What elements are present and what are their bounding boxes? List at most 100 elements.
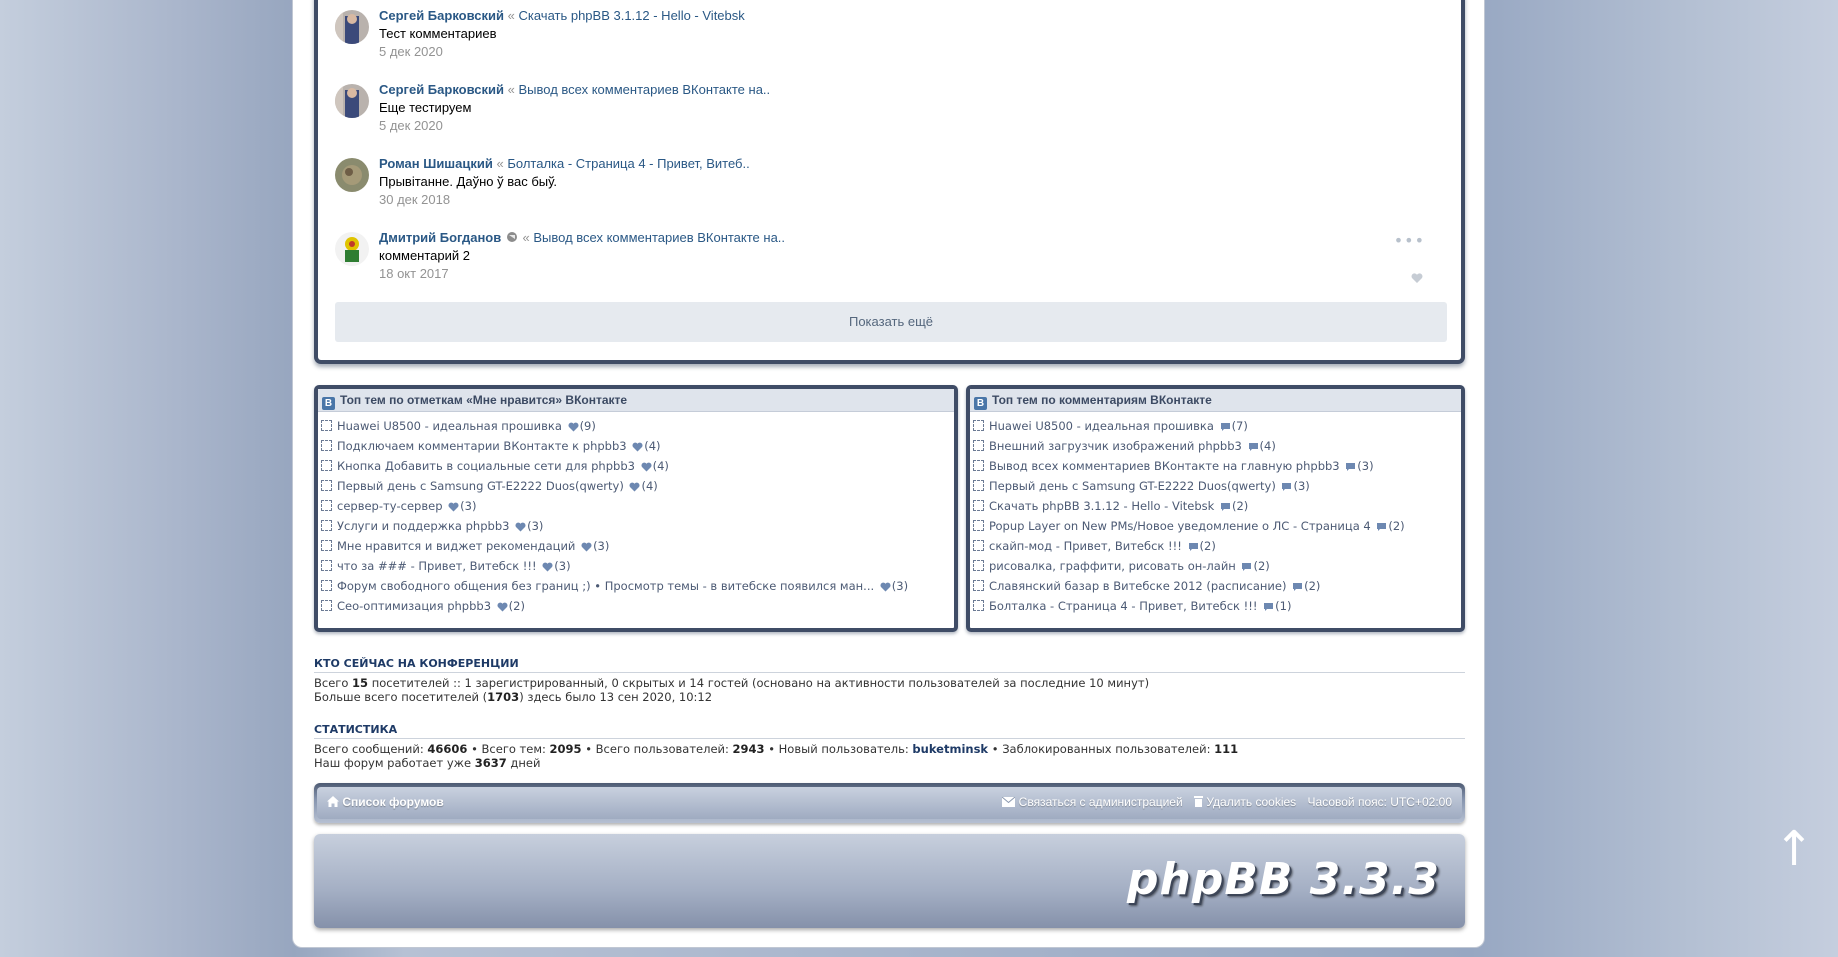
top-topic-item[interactable]: Подключаем комментарии ВКонтакте к phpbb… bbox=[321, 438, 954, 458]
topic-link[interactable]: Huawei U8500 - идеальная прошивка bbox=[337, 419, 562, 433]
topic-link[interactable]: сервер-ту-сервер bbox=[337, 499, 443, 513]
forum-index-link[interactable]: Список форумов bbox=[327, 795, 444, 809]
topic-link[interactable]: Славянский базар в Витебске 2012 (распис… bbox=[989, 579, 1286, 593]
topic-link[interactable]: Первый день с Samsung GT-E2222 Duos(qwer… bbox=[337, 479, 624, 493]
topic-link[interactable]: Скачать phpBB 3.1.12 - Hello - Vitebsk bbox=[989, 499, 1214, 513]
top-topic-item[interactable]: Huawei U8500 - идеальная прошивка (7) bbox=[973, 418, 1461, 438]
topic-link[interactable]: Huawei U8500 - идеальная прошивка bbox=[989, 419, 1214, 433]
topic-count: (3) bbox=[1357, 459, 1374, 473]
top-topic-item[interactable]: Славянский базар в Витебске 2012 (распис… bbox=[973, 578, 1461, 598]
topic-count: (9) bbox=[579, 419, 596, 433]
topic-count: (3) bbox=[891, 579, 909, 593]
external-link-icon bbox=[321, 480, 332, 491]
comment-author[interactable]: Сергей Барковский bbox=[379, 82, 504, 97]
topic-link[interactable]: Вывод всех комментариев ВКонтакте на гла… bbox=[989, 459, 1340, 473]
comment-bubble-icon bbox=[1264, 603, 1274, 611]
comment-topic-link[interactable]: Вывод всех комментариев ВКонтакте на.. bbox=[533, 230, 785, 245]
heart-icon bbox=[641, 462, 652, 472]
topic-count: (2) bbox=[1304, 579, 1321, 593]
online-title: КТО СЕЙЧАС НА КОНФЕРЕНЦИИ bbox=[314, 657, 1465, 673]
top-topic-item[interactable]: Вывод всех комментариев ВКонтакте на гла… bbox=[973, 458, 1461, 478]
trash-icon bbox=[1194, 796, 1203, 807]
heart-icon bbox=[632, 442, 643, 452]
comment-author[interactable]: Дмитрий Богданов bbox=[379, 230, 501, 245]
topic-link[interactable]: Сео-оптимизация phpbb3 bbox=[337, 599, 491, 613]
topic-count: (3) bbox=[554, 559, 571, 573]
like-heart-icon[interactable] bbox=[1411, 273, 1423, 284]
top-topic-item[interactable]: сервер-ту-сервер (3) bbox=[321, 498, 954, 518]
page-container: Сергей Барковский « Скачать phpBB 3.1.12… bbox=[292, 0, 1485, 948]
topic-count: (3) bbox=[527, 519, 544, 533]
phpbb-logo[interactable]: phpBB 3.3.3 bbox=[1127, 854, 1440, 905]
topic-link[interactable]: Услуги и поддержка phpbb3 bbox=[337, 519, 509, 533]
topic-link[interactable]: рисовалка, граффити, рисовать он-лайн bbox=[989, 559, 1236, 573]
top-topic-item[interactable]: Форум свободного общения без границ ;) •… bbox=[321, 578, 954, 598]
comment-topic-link[interactable]: Болталка - Страница 4 - Привет, Витеб.. bbox=[507, 156, 749, 171]
avatar[interactable] bbox=[335, 10, 369, 44]
comment-date[interactable]: 30 дек 2018 bbox=[379, 192, 450, 207]
delete-cookies-link[interactable]: Удалить cookies bbox=[1194, 795, 1296, 809]
top-comments-list: Huawei U8500 - идеальная прошивка (7) Вне… bbox=[970, 418, 1461, 618]
more-actions-icon[interactable]: ••• bbox=[1394, 233, 1425, 249]
comment-item: Сергей Барковский « Вывод всех комментар… bbox=[335, 82, 1435, 142]
top-topic-item[interactable]: Услуги и поддержка phpbb3 (3) bbox=[321, 518, 954, 538]
external-link-icon bbox=[973, 420, 984, 431]
top-topic-item[interactable]: Сео-оптимизация phpbb3 (2) bbox=[321, 598, 954, 618]
avatar[interactable] bbox=[335, 232, 369, 266]
comment-text: комментарий 2 bbox=[379, 248, 470, 263]
new-user-link[interactable]: buketminsk bbox=[912, 742, 988, 756]
topic-link[interactable]: скайп-мод - Привет, Витебск !!! bbox=[989, 539, 1182, 553]
comment-text: Еще тестируем bbox=[379, 100, 472, 115]
topic-count: (3) bbox=[593, 539, 610, 553]
comment-topic-link[interactable]: Вывод всех комментариев ВКонтакте на.. bbox=[518, 82, 770, 97]
top-topic-item[interactable]: рисовалка, граффити, рисовать он-лайн (2… bbox=[973, 558, 1461, 578]
top-topic-item[interactable]: Скачать phpBB 3.1.12 - Hello - Vitebsk (… bbox=[973, 498, 1461, 518]
online-record-line: Больше всего посетителей (1703) здесь бы… bbox=[314, 690, 713, 704]
comment-author[interactable]: Роман Шишацкий bbox=[379, 156, 493, 171]
top-topic-item[interactable]: Первый день с Samsung GT-E2222 Duos(qwer… bbox=[321, 478, 954, 498]
topic-count: (1) bbox=[1275, 599, 1292, 613]
comment-bubble-icon bbox=[1377, 523, 1387, 531]
top-topic-item[interactable]: Мне нравится и виджет рекомендаций (3) bbox=[321, 538, 954, 558]
top-topic-item[interactable]: Huawei U8500 - идеальная прошивка (9) bbox=[321, 418, 954, 438]
top-topic-item[interactable]: скайп-мод - Привет, Витебск !!! (2) bbox=[973, 538, 1461, 558]
topic-link[interactable]: Подключаем комментарии ВКонтакте к phpbb… bbox=[337, 439, 627, 453]
top-topic-item[interactable]: Popup Layer on New PMs/Новое уведомление… bbox=[973, 518, 1461, 538]
topic-link[interactable]: Первый день с Samsung GT-E2222 Duos(qwer… bbox=[989, 479, 1276, 493]
comment-topic-link[interactable]: Скачать phpBB 3.1.12 - Hello - Vitebsk bbox=[518, 8, 744, 23]
topic-link[interactable]: Форум свободного общения без границ ;) •… bbox=[337, 579, 874, 593]
topic-count: (2) bbox=[1199, 539, 1216, 553]
external-link-icon bbox=[321, 560, 332, 571]
top-topic-item[interactable]: Внешний загрузчик изображений phpbb3 (4) bbox=[973, 438, 1461, 458]
external-link-icon bbox=[973, 600, 984, 611]
scroll-to-top-button[interactable]: ↑ bbox=[1774, 825, 1814, 873]
footer-navbar: Список форумов Связаться с администрацие… bbox=[314, 783, 1465, 823]
topic-link[interactable]: Кнопка Добавить в социальные сети для ph… bbox=[337, 459, 635, 473]
top-topic-item[interactable]: что за ### - Привет, Витебск !!! (3) bbox=[321, 558, 954, 578]
topic-link[interactable]: что за ### - Привет, Витебск !!! bbox=[337, 559, 537, 573]
external-link-icon bbox=[321, 600, 332, 611]
separator: « bbox=[507, 8, 515, 23]
topic-link[interactable]: Popup Layer on New PMs/Новое уведомление… bbox=[989, 519, 1371, 533]
comment-date[interactable]: 5 дек 2020 bbox=[379, 118, 443, 133]
timezone-label: Часовой пояс: UTC+02:00 bbox=[1307, 795, 1452, 809]
avatar[interactable] bbox=[335, 84, 369, 118]
comment-bubble-icon bbox=[1282, 483, 1292, 491]
topic-link[interactable]: Внешний загрузчик изображений phpbb3 bbox=[989, 439, 1242, 453]
top-topic-item[interactable]: Первый день с Samsung GT-E2222 Duos(qwer… bbox=[973, 478, 1461, 498]
external-link-icon bbox=[973, 560, 984, 571]
topic-count: (3) bbox=[460, 499, 477, 513]
top-topic-item[interactable]: Кнопка Добавить в социальные сети для ph… bbox=[321, 458, 954, 478]
external-link-icon bbox=[321, 460, 332, 471]
comment-author[interactable]: Сергей Барковский bbox=[379, 8, 504, 23]
comment-date[interactable]: 18 окт 2017 bbox=[379, 266, 449, 281]
topic-link[interactable]: Болталка - Страница 4 - Привет, Витебск … bbox=[989, 599, 1257, 613]
contact-admin-link[interactable]: Связаться с администрацией bbox=[1001, 795, 1183, 809]
comment-item: Роман Шишацкий « Болталка - Страница 4 -… bbox=[335, 156, 1435, 216]
avatar[interactable] bbox=[335, 158, 369, 192]
show-more-button[interactable]: Показать ещё bbox=[335, 302, 1447, 342]
external-link-icon bbox=[973, 500, 984, 511]
topic-link[interactable]: Мне нравится и виджет рекомендаций bbox=[337, 539, 575, 553]
top-topic-item[interactable]: Болталка - Страница 4 - Привет, Витебск … bbox=[973, 598, 1461, 618]
comment-date[interactable]: 5 дек 2020 bbox=[379, 44, 443, 59]
